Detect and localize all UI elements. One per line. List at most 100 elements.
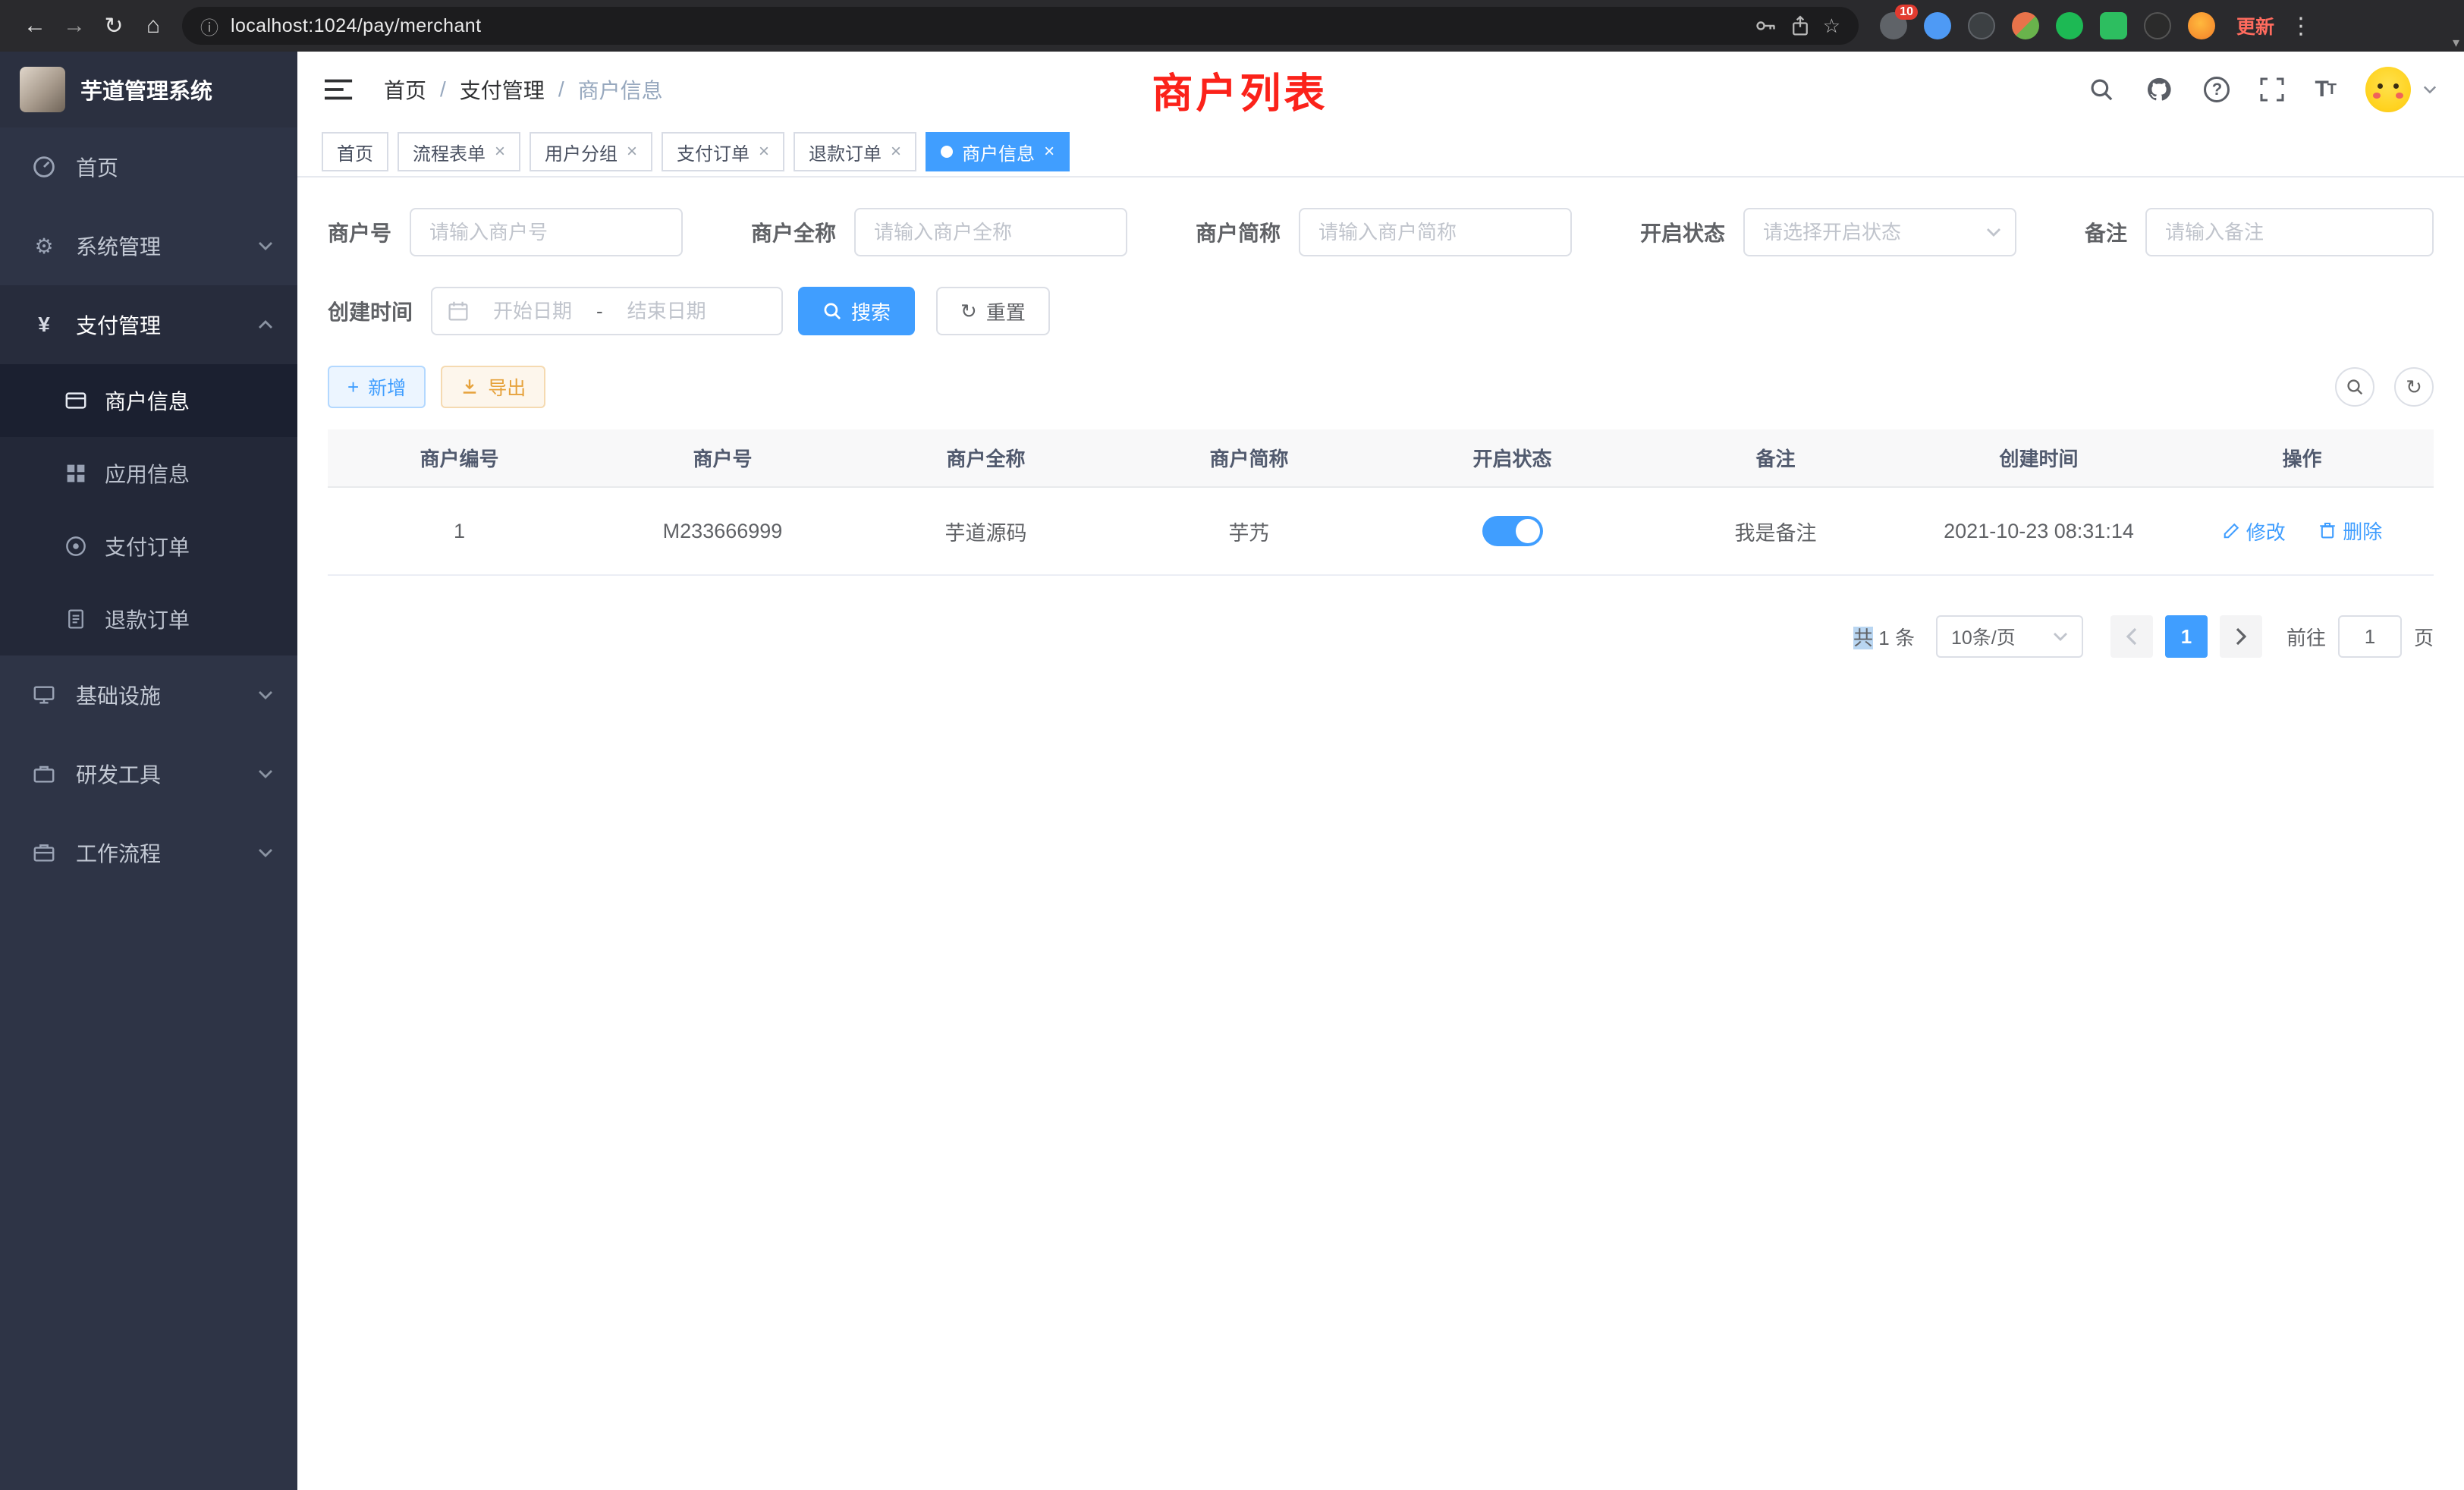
- toggle-search-icon[interactable]: [2335, 367, 2374, 407]
- sidebar-item-infrastructure[interactable]: 基础设施: [0, 655, 297, 734]
- delete-link[interactable]: 删除: [2318, 517, 2382, 545]
- tab-process-form[interactable]: 流程表单 ×: [398, 132, 520, 171]
- page-size-select[interactable]: 10条/页: [1936, 615, 2083, 658]
- dark-extension-icon[interactable]: [1968, 12, 1995, 39]
- sidebar-item-workflow[interactable]: 工作流程: [0, 813, 297, 892]
- export-button[interactable]: 导出: [441, 366, 545, 408]
- github-icon[interactable]: [2145, 76, 2173, 103]
- fullscreen-icon[interactable]: [2260, 77, 2284, 102]
- drop-extension-icon[interactable]: [1924, 12, 1951, 39]
- page-number-button[interactable]: 1: [2165, 615, 2208, 658]
- chevron-down-icon: [258, 848, 273, 857]
- tab-home[interactable]: 首页: [322, 132, 388, 171]
- breadcrumb-current: 商户信息: [578, 74, 663, 105]
- full-name-input[interactable]: [854, 208, 1127, 256]
- sidebar-item-home[interactable]: 首页: [0, 127, 297, 206]
- chevron-down-icon: [258, 769, 273, 778]
- browser-update-button[interactable]: 更新: [2236, 12, 2274, 39]
- short-name-input[interactable]: [1299, 208, 1572, 256]
- profile-avatar-icon[interactable]: [2188, 12, 2215, 39]
- goto-page-input[interactable]: [2338, 615, 2402, 658]
- key-icon[interactable]: [1755, 14, 1777, 37]
- toolbar-caret-icon[interactable]: ▾: [2453, 35, 2459, 51]
- tab-merchant-info[interactable]: 商户信息 ×: [926, 132, 1070, 171]
- add-button[interactable]: + 新增: [328, 366, 426, 408]
- font-size-icon[interactable]: TT: [2315, 77, 2335, 102]
- status-select[interactable]: [1743, 208, 2016, 256]
- merchant-no-input[interactable]: [410, 208, 683, 256]
- sidebar-item-merchant-info[interactable]: 商户信息: [0, 364, 297, 437]
- address-bar[interactable]: ⓘ localhost:1024/pay/merchant ☆: [182, 7, 1859, 45]
- search-button[interactable]: 搜索: [798, 287, 915, 335]
- search-icon[interactable]: [2088, 77, 2114, 102]
- sidebar-item-refund-orders[interactable]: 退款订单: [0, 583, 297, 655]
- reload-icon[interactable]: ↻: [94, 6, 134, 46]
- plus-icon: +: [347, 377, 359, 397]
- target-icon: [64, 535, 88, 558]
- info-icon[interactable]: ⓘ: [200, 13, 218, 39]
- remark-input[interactable]: [2145, 208, 2434, 256]
- edit-link[interactable]: 修改: [2222, 517, 2286, 545]
- green-circle-extension-icon[interactable]: [2056, 12, 2083, 39]
- home-icon[interactable]: ⌂: [134, 6, 173, 46]
- payment-submenu: 商户信息 应用信息 支付订单: [0, 364, 297, 655]
- close-icon[interactable]: ×: [495, 143, 505, 161]
- pin-extension-icon[interactable]: [2144, 12, 2171, 39]
- sidebar-item-dev-tools[interactable]: 研发工具: [0, 734, 297, 813]
- avatar-cheek: [2373, 93, 2381, 99]
- chevron-down-icon: [258, 241, 273, 250]
- back-icon[interactable]: ←: [15, 6, 55, 46]
- close-icon[interactable]: ×: [891, 143, 901, 161]
- share-icon[interactable]: [1790, 14, 1811, 37]
- tab-pay-orders[interactable]: 支付订单 ×: [662, 132, 784, 171]
- col-remark: 备注: [1644, 429, 1907, 487]
- sidebar-item-label: 首页: [76, 152, 118, 182]
- logo-avatar: [20, 67, 65, 112]
- refresh-table-icon[interactable]: ↻: [2394, 367, 2434, 407]
- start-date-input[interactable]: [478, 300, 587, 323]
- user-avatar[interactable]: [2365, 67, 2411, 112]
- delete-link-label: 删除: [2343, 517, 2382, 545]
- close-icon[interactable]: ×: [759, 143, 769, 161]
- date-range-picker[interactable]: -: [431, 287, 783, 335]
- breadcrumb-home[interactable]: 首页: [384, 74, 426, 105]
- table-row: 1 M233666999 芋道源码 芋艿 我是备注 2021-10-23 08:…: [328, 487, 2434, 575]
- browser-menu-icon[interactable]: ⋮: [2290, 13, 2312, 39]
- next-page-button[interactable]: [2220, 615, 2262, 658]
- cell-short-name: 芋艿: [1117, 487, 1381, 575]
- sidebar-item-system[interactable]: ⚙ 系统管理: [0, 206, 297, 285]
- grid-icon: [64, 463, 88, 484]
- close-icon[interactable]: ×: [627, 143, 637, 161]
- puzzle-extension-icon[interactable]: 10: [1880, 12, 1907, 39]
- avatar-caret-icon[interactable]: [2423, 85, 2437, 94]
- prev-page-button[interactable]: [2110, 615, 2153, 658]
- sidebar-item-pay-orders[interactable]: 支付订单: [0, 510, 297, 583]
- tab-user-group[interactable]: 用户分组 ×: [530, 132, 652, 171]
- yen-icon: ¥: [30, 313, 58, 337]
- tab-refund-orders[interactable]: 退款订单 ×: [794, 132, 916, 171]
- url-text[interactable]: localhost:1024/pay/merchant: [231, 15, 481, 37]
- sidebar-item-app-info[interactable]: 应用信息: [0, 437, 297, 510]
- toolbar-right: ↻: [2335, 367, 2434, 407]
- sidebar-item-label: 退款订单: [105, 604, 190, 634]
- bookmark-star-icon[interactable]: ☆: [1823, 14, 1840, 38]
- col-short-name: 商户简称: [1117, 429, 1381, 487]
- top-navbar: 首页 / 支付管理 / 商户信息 商户列表 ?: [297, 52, 2464, 127]
- avatar-extension-icon[interactable]: [2012, 12, 2039, 39]
- sidebar-item-payment[interactable]: ¥ 支付管理: [0, 285, 297, 364]
- add-button-label: 新增: [368, 373, 406, 401]
- close-icon[interactable]: ×: [1044, 143, 1054, 161]
- help-icon[interactable]: ?: [2204, 77, 2230, 102]
- breadcrumb-separator: /: [558, 77, 564, 102]
- end-date-input[interactable]: [612, 300, 721, 323]
- breadcrumb-payment[interactable]: 支付管理: [460, 74, 545, 105]
- forward-icon[interactable]: →: [55, 6, 94, 46]
- hamburger-icon[interactable]: [325, 77, 354, 102]
- status-select-input[interactable]: [1743, 208, 2016, 256]
- notes-extension-icon[interactable]: [2100, 12, 2127, 39]
- status-toggle[interactable]: [1482, 516, 1543, 546]
- filter-label: 创建时间: [328, 296, 413, 326]
- reset-button[interactable]: ↻ 重置: [936, 287, 1050, 335]
- briefcase-icon: [30, 841, 58, 864]
- pagination-total-prefix: 共: [1853, 627, 1873, 649]
